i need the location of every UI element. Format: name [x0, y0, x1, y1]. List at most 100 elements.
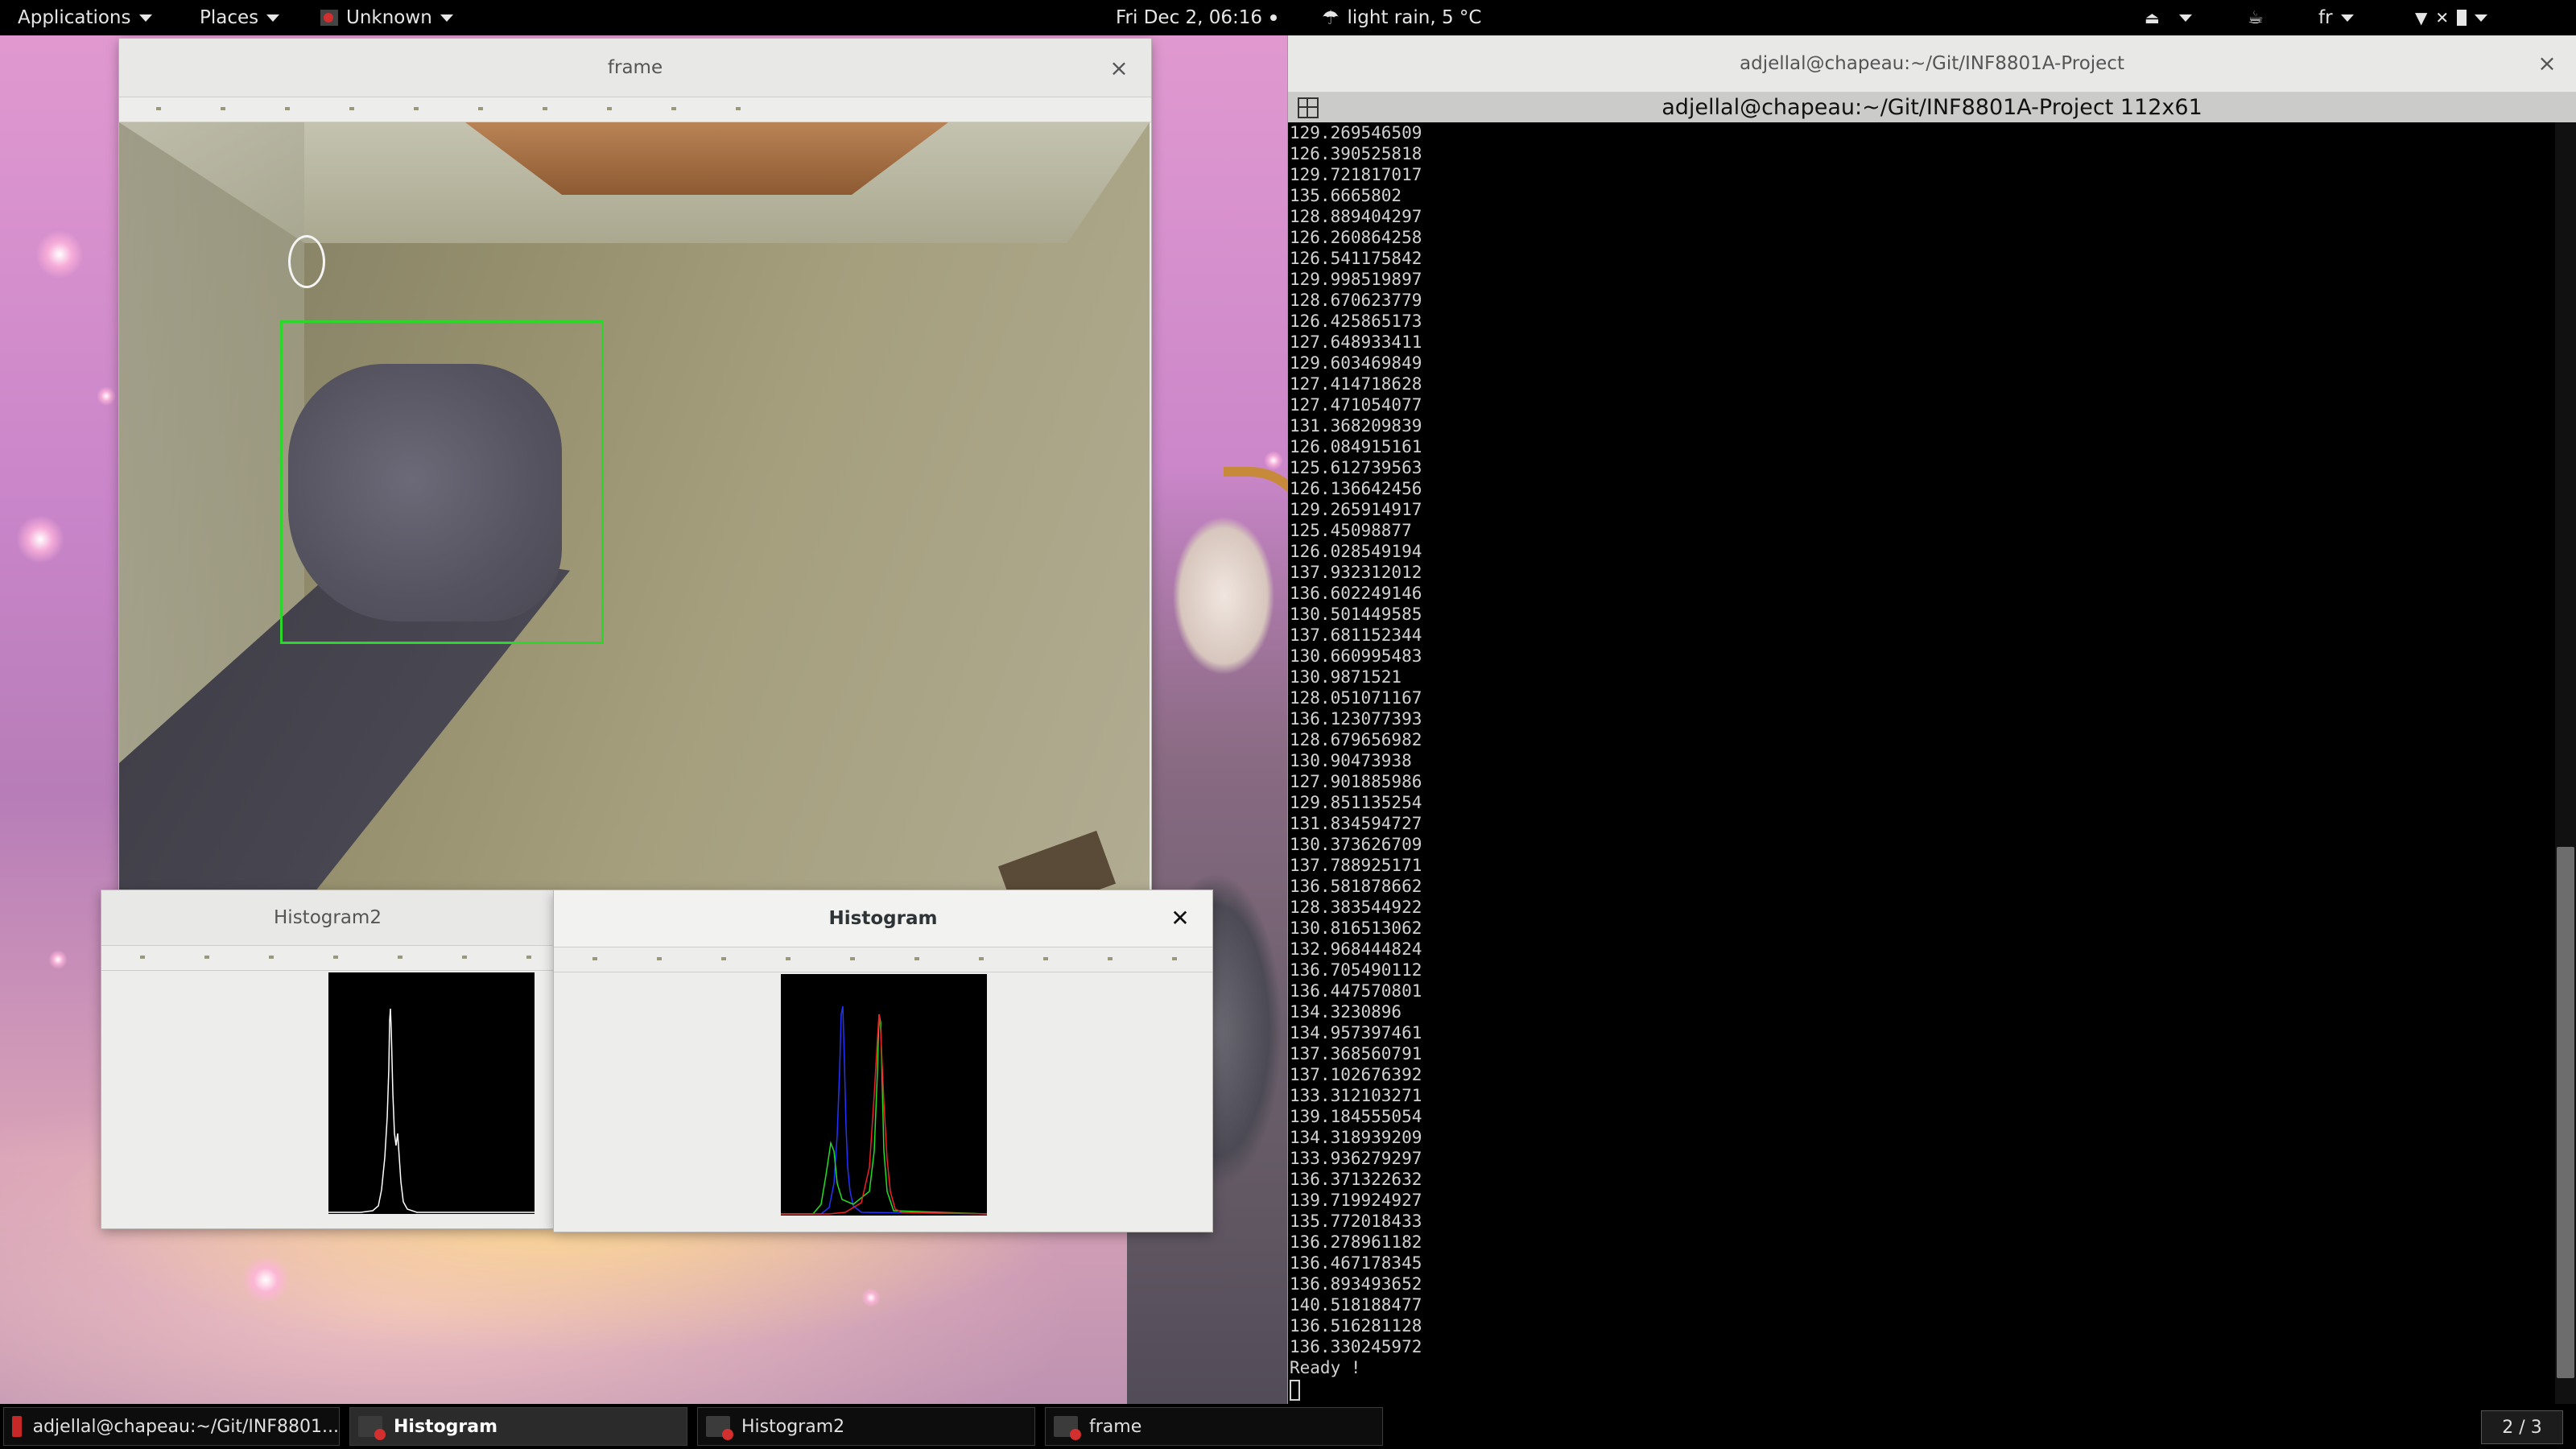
terminal-line: 128.051071167	[1290, 688, 1422, 708]
toolbar-button[interactable]	[349, 107, 354, 110]
grayscale-histogram-plot	[328, 1008, 535, 1213]
toolbar-button[interactable]	[1172, 957, 1177, 960]
terminal-title: adjellal@chapeau:~/Git/INF8801A-Project	[1740, 53, 2124, 74]
wallpaper-sparkle	[35, 230, 84, 279]
tracking-marker	[288, 235, 325, 288]
toolbar-button[interactable]	[204, 956, 209, 959]
toolbar-button[interactable]	[526, 956, 531, 959]
keyboard-layout-label: fr	[2318, 7, 2333, 28]
toolbar-button[interactable]	[221, 107, 225, 110]
frame-titlebar[interactable]: frame ×	[119, 39, 1151, 97]
toolbar-button[interactable]	[607, 107, 612, 110]
toolbar-button[interactable]	[671, 107, 676, 110]
terminal-line: 126.425865173	[1290, 312, 1422, 331]
terminal-window: adjellal@chapeau:~/Git/INF8801A-Project …	[1288, 35, 2576, 1404]
toolbar-button[interactable]	[156, 107, 161, 110]
toolbar-button[interactable]	[414, 107, 419, 110]
taskbar-item-histogram2[interactable]: Histogram2	[697, 1407, 1035, 1446]
clock[interactable]: Fri Dec 2, 06:16	[1116, 0, 1278, 35]
toolbar-button[interactable]	[140, 956, 145, 959]
toolbar-button[interactable]	[462, 956, 467, 959]
keyboard-layout-menu[interactable]: fr	[2318, 0, 2354, 35]
coffee-indicator[interactable]: ☕	[2248, 0, 2264, 35]
terminal-titlebar[interactable]: adjellal@chapeau:~/Git/INF8801A-Project …	[1288, 35, 2576, 92]
toolbar-button[interactable]	[398, 956, 402, 959]
terminal-line: 136.602249146	[1290, 584, 1422, 603]
terminal-line: 136.371322632	[1290, 1170, 1422, 1189]
grayscale-histogram-line	[328, 1008, 535, 1213]
toolbar-button[interactable]	[657, 957, 662, 960]
wallpaper-sparkle	[16, 515, 64, 564]
terminal-line: 129.998519897	[1290, 270, 1422, 289]
terminal-line: 135.772018433	[1290, 1212, 1422, 1231]
terminal-line: 125.45098877	[1290, 521, 1412, 540]
toolbar-button[interactable]	[592, 957, 597, 960]
scrollbar-thumb[interactable]	[2557, 847, 2574, 1378]
wallpaper-sparkle	[48, 950, 68, 969]
frame-window: frame ×	[119, 39, 1151, 895]
notification-dot-icon	[1270, 14, 1278, 21]
terminal-line: 137.368560791	[1290, 1044, 1422, 1063]
top-panel: Applications Places Unknown Fri Dec 2, 0…	[0, 0, 2576, 35]
toolbar-button[interactable]	[333, 956, 338, 959]
toolbar-button[interactable]	[285, 107, 290, 110]
close-icon[interactable]: ✕	[1166, 903, 1195, 932]
color-histogram-plot	[781, 1005, 988, 1215]
terminal-tab[interactable]: adjellal@chapeau:~/Git/INF8801A-Project …	[1288, 92, 2576, 122]
toolbar-button[interactable]	[269, 956, 274, 959]
toolbar-button[interactable]	[850, 957, 855, 960]
terminal-line: 136.123077393	[1290, 709, 1422, 729]
volume-muted-icon: ✕	[2435, 8, 2450, 27]
terminal-line: 129.265914917	[1290, 500, 1422, 519]
taskbar-item-frame[interactable]: frame	[1045, 1407, 1383, 1446]
terminal-line: 136.581878662	[1290, 877, 1422, 896]
new-tab-grid-icon[interactable]	[1298, 97, 1319, 118]
toolbar-button[interactable]	[478, 107, 483, 110]
toolbar-button[interactable]	[914, 957, 919, 960]
terminal-line: 136.447570801	[1290, 981, 1422, 1001]
eject-menu[interactable]: ⏏	[2145, 0, 2192, 35]
toolbar-button[interactable]	[1108, 957, 1113, 960]
terminal-line: 130.501449585	[1290, 605, 1422, 624]
terminal-line: 128.889404297	[1290, 207, 1422, 226]
frame-toolbar	[119, 97, 1151, 122]
system-status-menu[interactable]: ▼ ✕	[2415, 0, 2488, 35]
terminal-line: 130.816513062	[1290, 919, 1422, 938]
taskbar-item-histogram[interactable]: Histogram	[349, 1407, 687, 1446]
workspace-indicator[interactable]: 2 / 3	[2481, 1410, 2563, 1444]
histogram-window: Histogram ✕	[554, 890, 1212, 1232]
chevron-down-icon	[266, 14, 280, 22]
color-histogram-canvas	[781, 974, 988, 1216]
toolbar-button[interactable]	[721, 957, 726, 960]
places-label: Places	[200, 7, 259, 28]
terminal-line: Ready !	[1290, 1358, 1361, 1377]
terminal-line: 128.679656982	[1290, 730, 1422, 749]
camera-object	[997, 830, 1117, 895]
weather-indicator[interactable]: ☂ light rain, 5 °C	[1322, 0, 1481, 35]
terminal-line: 126.390525818	[1290, 144, 1422, 163]
histogram2-toolbar	[101, 946, 554, 971]
app-menu[interactable]: Unknown	[320, 0, 453, 35]
terminal-line: 129.851135254	[1290, 793, 1422, 812]
coffee-cup-icon: ☕	[2248, 7, 2264, 28]
terminal-line: 126.084915161	[1290, 437, 1422, 456]
histogram2-titlebar[interactable]: Histogram2	[101, 890, 554, 946]
terminal-line: 129.721817017	[1290, 165, 1422, 184]
close-icon[interactable]: ×	[2533, 48, 2562, 77]
close-icon[interactable]: ×	[1104, 53, 1133, 82]
terminal-line: 134.957397461	[1290, 1023, 1422, 1042]
wallpaper-sparkle	[242, 1256, 290, 1304]
taskbar-item-terminal[interactable]: adjellal@chapeau:~/Git/INF8801...	[3, 1407, 340, 1446]
terminal-scrollbar[interactable]	[2555, 122, 2576, 1404]
toolbar-button[interactable]	[543, 107, 547, 110]
terminal-output[interactable]: 129.269546509 126.390525818 129.721817017 1…	[1290, 122, 2545, 1402]
toolbar-button[interactable]	[786, 957, 791, 960]
applications-menu[interactable]: Applications	[18, 0, 152, 35]
toolbar-button[interactable]	[736, 107, 741, 110]
toolbar-button[interactable]	[1043, 957, 1048, 960]
histogram-titlebar[interactable]: Histogram ✕	[554, 890, 1212, 947]
wallpaper-sparkle	[97, 386, 116, 406]
bottom-taskbar: adjellal@chapeau:~/Git/INF8801... Histog…	[0, 1404, 2576, 1449]
places-menu[interactable]: Places	[200, 0, 280, 35]
toolbar-button[interactable]	[979, 957, 984, 960]
